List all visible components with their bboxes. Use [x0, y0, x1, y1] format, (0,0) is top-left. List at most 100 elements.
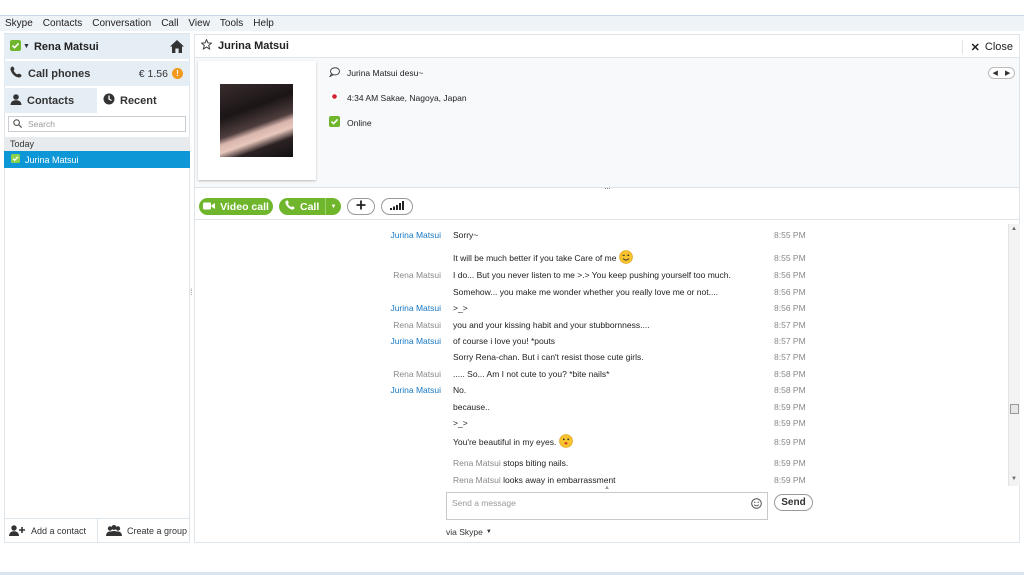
window-top-strip — [0, 0, 1024, 16]
message-text: >_> — [453, 303, 468, 314]
message-sender[interactable]: Rena Matsui — [195, 369, 441, 380]
send-via-selector[interactable]: via Skype ▼ — [446, 527, 492, 537]
message-body: You're beautiful in my eyes. — [453, 436, 557, 447]
tab-contacts[interactable]: Contacts — [4, 88, 97, 113]
status-text: Online — [347, 117, 372, 128]
mood-message-row: Jurina Matsui desu~ — [328, 67, 424, 79]
action-actor-name: Rena Matsui — [453, 458, 501, 468]
tab-recent[interactable]: Recent — [97, 88, 190, 113]
message-input[interactable]: Send a message — [446, 492, 768, 520]
chat-scrollbar[interactable]: ▲ ▼ — [1008, 224, 1020, 486]
mood-message: Jurina Matsui desu~ — [347, 68, 424, 78]
message-sender[interactable]: Jurina Matsui — [195, 303, 441, 314]
arrow-right-icon[interactable]: ▶ — [1005, 69, 1010, 77]
scroll-thumb[interactable] — [1010, 404, 1019, 414]
message-timestamp: 8:57 PM — [774, 336, 806, 346]
call-quality-button[interactable] — [381, 198, 413, 215]
add-contact-button[interactable]: Add a contact — [4, 519, 97, 543]
chevron-down-icon[interactable]: ▼ — [23, 43, 30, 50]
pane-splitter-handle[interactable]: ⁞ — [190, 287, 193, 297]
contact-name: Jurina Matsui — [25, 154, 79, 165]
menu-view[interactable]: View — [188, 18, 210, 29]
message-sender[interactable]: Jurina Matsui — [195, 230, 441, 241]
chevron-down-icon: ▼ — [485, 529, 492, 535]
message-body: >_> — [453, 418, 468, 428]
signal-bars-icon — [390, 200, 404, 213]
create-group-button[interactable]: Create a group — [97, 519, 190, 543]
message-body: I do... But you never listen to me >.> Y… — [453, 270, 731, 280]
menu-contacts[interactable]: Contacts — [43, 18, 82, 29]
call-label: Call — [300, 200, 320, 213]
menu-help[interactable]: Help — [253, 18, 274, 29]
message-body: you and your kissing habit and your stub… — [453, 320, 650, 330]
message-timestamp: 8:58 PM — [774, 369, 806, 379]
menu-skype[interactable]: Skype — [5, 18, 33, 29]
search-icon — [13, 118, 23, 130]
kiss-emoticon-icon — [559, 434, 574, 451]
group-icon — [106, 524, 122, 538]
profile-nav-arrows: ◀ ▶ — [988, 67, 1015, 79]
message-text: >_> — [453, 418, 468, 429]
message-sender[interactable]: Jurina Matsui — [195, 336, 441, 347]
message-text: Sorry Rena-chan. But i can't resist thos… — [453, 352, 644, 363]
menu-conversation[interactable]: Conversation — [92, 18, 151, 29]
message-text: Sorry~ — [453, 230, 478, 241]
message-text: Rena Matsui looks away in embarrassment — [453, 475, 616, 486]
contact-avatar[interactable] — [220, 84, 293, 157]
call-options-dropdown[interactable]: ▼ — [325, 198, 341, 215]
message-text: Rena Matsui stops biting nails. — [453, 458, 568, 469]
message-placeholder: Send a message — [452, 498, 516, 508]
japan-flag-icon — [328, 91, 341, 103]
message-timestamp: 8:57 PM — [774, 320, 806, 330]
message-sender[interactable]: Rena Matsui — [195, 320, 441, 331]
video-call-button[interactable]: Video call — [199, 198, 273, 215]
speech-bubble-icon — [328, 67, 340, 79]
credit-alert-badge: ! — [172, 68, 183, 79]
call-toolbar: Video call Call ▼ — [195, 192, 1019, 220]
credit-amount: € 1.56 — [138, 68, 168, 80]
search-input[interactable]: Search — [8, 116, 186, 132]
home-icon[interactable] — [170, 40, 184, 56]
add-contact-label: Add a contact — [31, 526, 87, 536]
person-icon — [10, 93, 22, 108]
menu-tools[interactable]: Tools — [220, 18, 243, 29]
sidebar-tabs: Contacts Recent — [4, 88, 190, 113]
close-icon: ✕ — [970, 41, 980, 54]
message-text: You're beautiful in my eyes. — [453, 434, 574, 451]
menu-call[interactable]: Call — [161, 18, 178, 29]
scroll-up-arrow-icon[interactable]: ▲ — [1011, 226, 1017, 232]
arrow-left-icon[interactable]: ◀ — [993, 69, 998, 77]
scroll-down-arrow-icon[interactable]: ▼ — [1011, 476, 1017, 482]
message-text: It will be much better if you take Care … — [453, 250, 634, 267]
message-body: because.. — [453, 402, 490, 412]
message-body: >_> — [453, 303, 468, 313]
search-placeholder: Search — [28, 119, 55, 129]
message-body: Sorry Rena-chan. But i can't resist thos… — [453, 352, 644, 362]
status-online-icon — [10, 39, 21, 54]
message-body: Sorry~ — [453, 230, 479, 240]
send-button[interactable]: Send — [774, 494, 813, 511]
add-participant-button[interactable] — [347, 198, 375, 215]
contact-list-item[interactable]: Jurina Matsui — [4, 151, 190, 168]
message-sender[interactable]: Rena Matsui — [195, 270, 441, 281]
message-timestamp: 8:59 PM — [774, 437, 806, 447]
emoticon-picker-icon[interactable] — [751, 498, 762, 511]
message-body: No. — [453, 385, 467, 395]
message-timestamp: 8:59 PM — [774, 402, 806, 412]
close-conversation-button[interactable]: ✕ Close — [961, 40, 1013, 54]
call-phones-row[interactable]: Call phones € 1.56 ! — [4, 61, 190, 86]
message-sender[interactable]: Jurina Matsui — [195, 385, 441, 396]
star-icon[interactable] — [200, 38, 213, 53]
add-person-icon — [9, 524, 26, 538]
profile-row[interactable]: ▼ Rena Matsui — [4, 34, 190, 59]
message-body: It will be much better if you take Care … — [453, 252, 617, 263]
tab-contacts-label: Contacts — [27, 94, 75, 107]
message-timestamp: 8:57 PM — [774, 352, 806, 362]
message-text: I do... But you never listen to me >.> Y… — [453, 270, 731, 281]
status-online-icon — [11, 154, 20, 165]
message-timestamp: 8:56 PM — [774, 287, 806, 297]
wink-emoticon-icon — [619, 250, 634, 267]
compose-resize-handle[interactable]: ▲ — [604, 485, 610, 491]
call-button[interactable]: Call ▼ — [279, 198, 341, 215]
message-timestamp: 8:56 PM — [774, 270, 806, 280]
